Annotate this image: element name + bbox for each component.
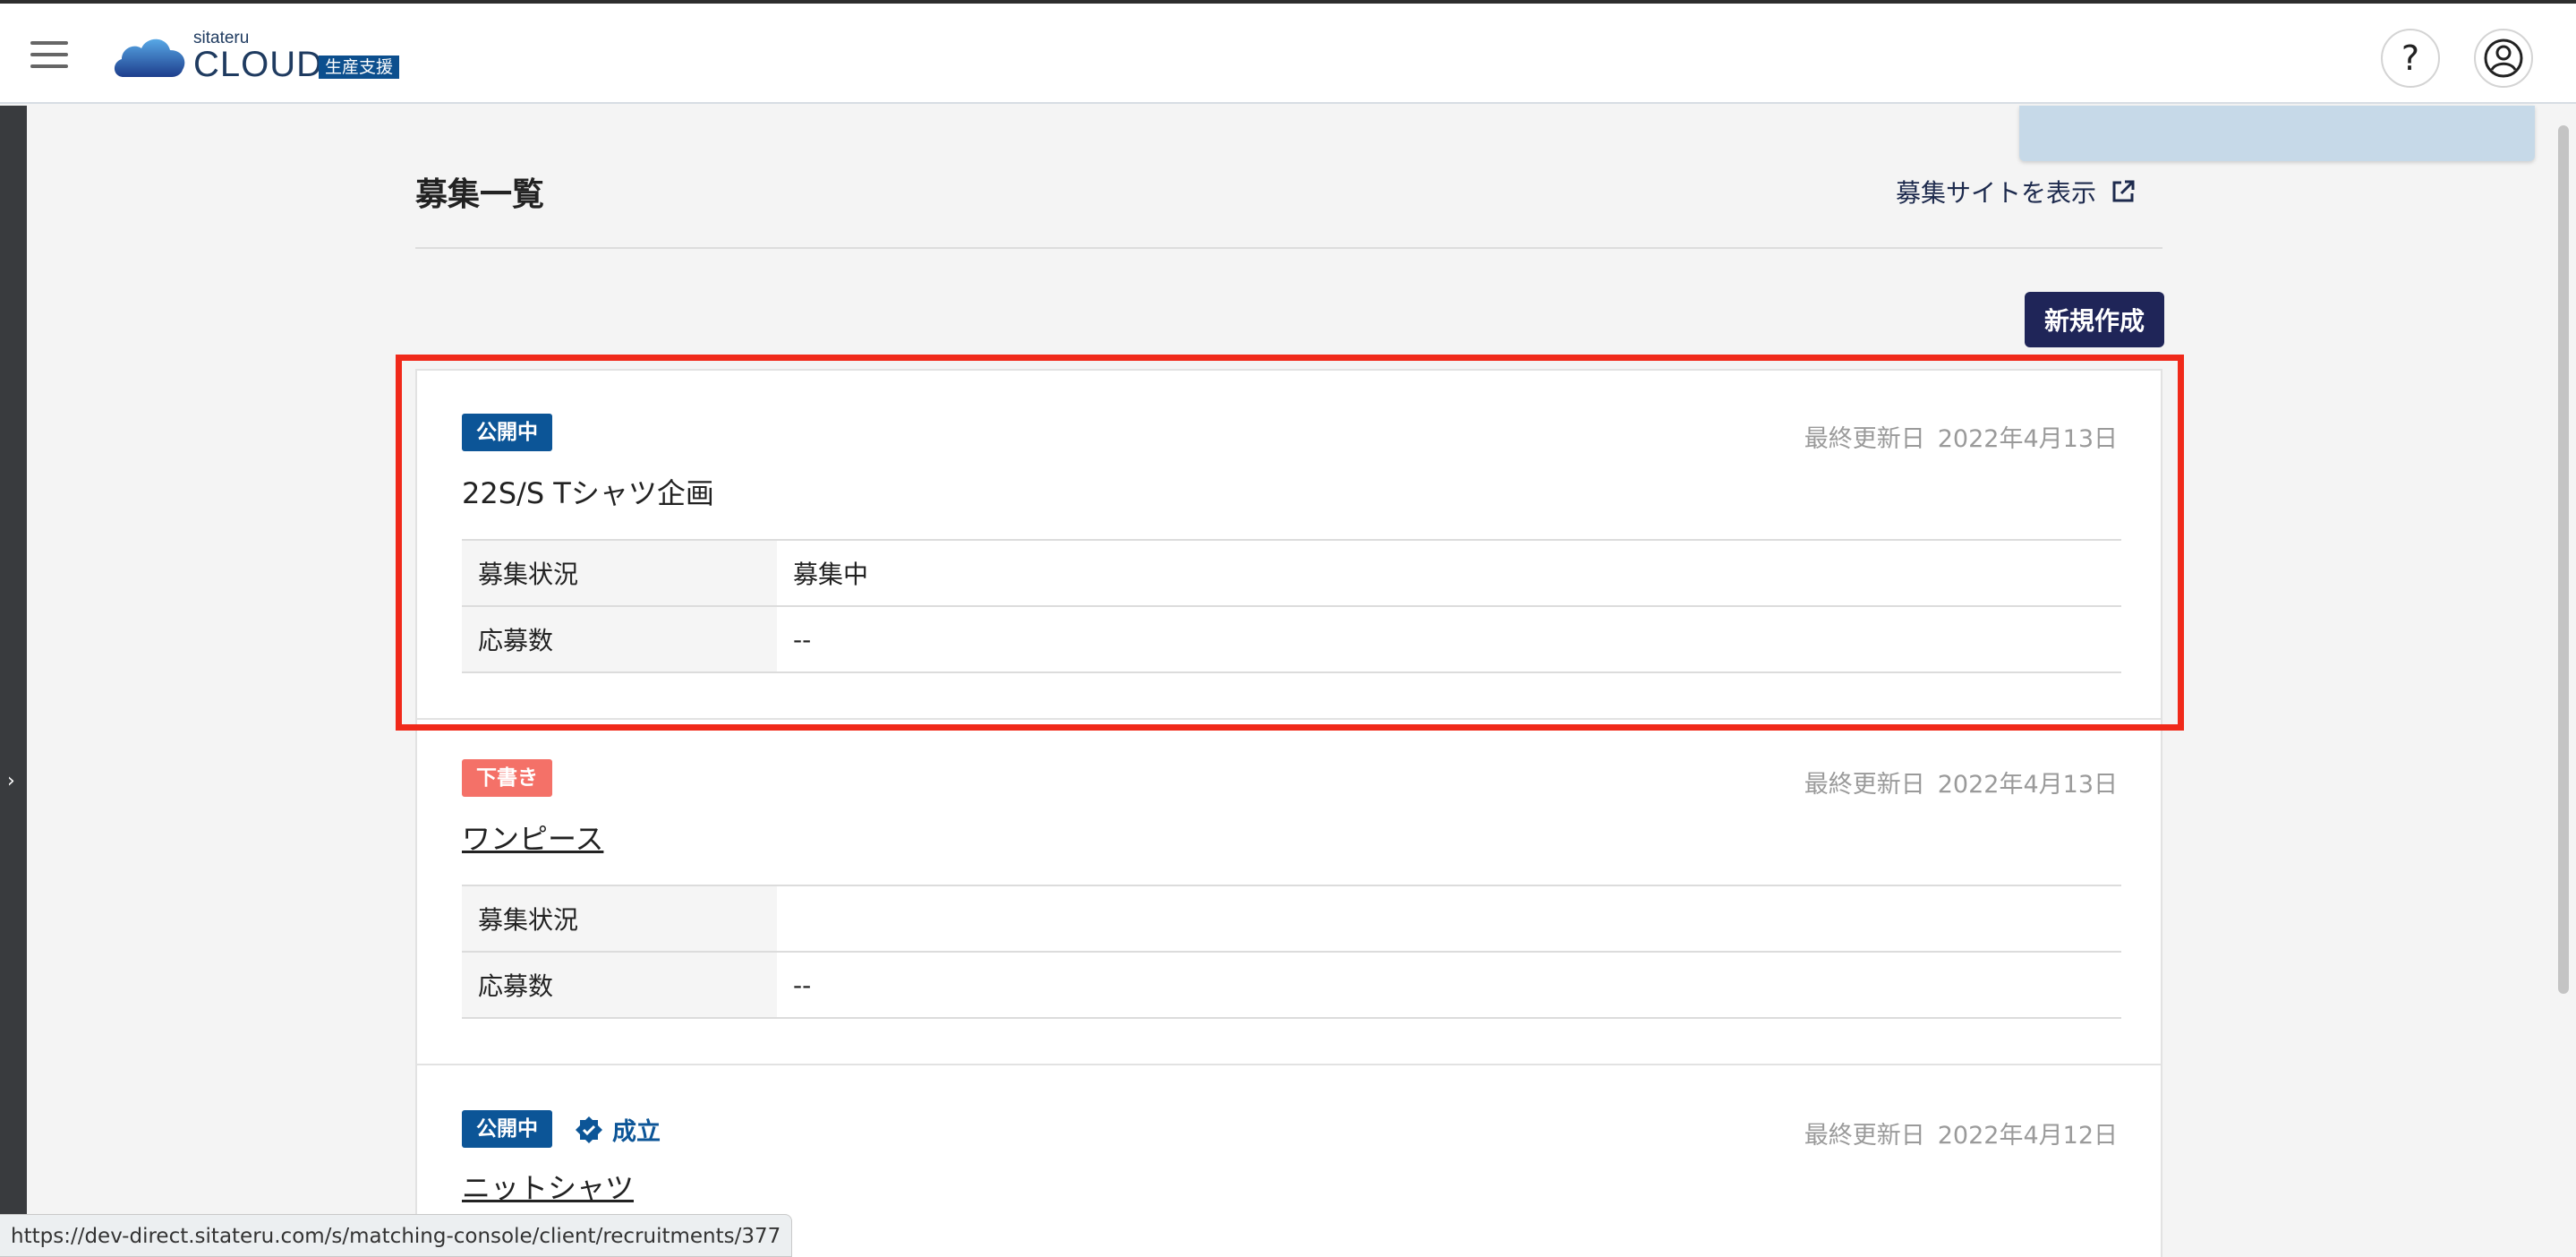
external-link-icon [2112,180,2135,202]
page-title: 募集一覧 [415,176,545,213]
link-preview-status-bar: https://dev-direct.sitateru.com/s/matchi… [0,1214,793,1257]
hamburger-menu-icon[interactable] [30,41,68,68]
table-row: 応募数 -- [462,605,2121,673]
recruitment-info-table: 募集状況 募集中 応募数 -- [462,539,2121,673]
chevron-right-icon[interactable]: › [7,770,15,792]
user-account-button[interactable] [2474,29,2533,88]
applicants-label: 応募数 [462,605,777,673]
scrollbar-thumb[interactable] [2558,125,2569,994]
help-button[interactable]: ? [2381,29,2440,88]
status-badge: 公開中 [462,1110,552,1148]
last-updated-date: 2022年4月13日 [1937,771,2118,799]
title-divider [415,247,2162,249]
create-new-button[interactable]: 新規作成 [2025,292,2164,347]
status-badge: 下書き [462,759,552,797]
view-recruitment-site-link[interactable]: 募集サイトを表示 [1896,174,2136,210]
status-badge: 公開中 [462,414,552,451]
site-link-label: 募集サイトを表示 [1896,178,2097,208]
collapsed-sidebar: › [0,106,27,1257]
status-value: 募集中 [777,539,2121,607]
last-updated-date: 2022年4月13日 [1937,425,2118,453]
last-updated-label: 最終更新日 [1804,1122,1925,1150]
recruitment-title-link[interactable]: ニットシャツ [462,1166,634,1207]
established-badge: 成立 [575,1112,661,1147]
last-updated: 最終更新日 2022年4月13日 [1804,419,2118,454]
last-updated-label: 最終更新日 [1804,425,1925,453]
established-label: 成立 [612,1118,661,1146]
recruitment-title[interactable]: 22S/S Tシャツ企画 [462,471,714,512]
status-label: 募集状況 [462,885,777,953]
help-icon: ? [2401,38,2420,78]
table-row: 募集状況 [462,885,2121,953]
cloud-logo-icon [114,38,185,77]
notification-banner [2019,106,2535,161]
table-row: 応募数 -- [462,951,2121,1019]
applicants-value: -- [777,605,2121,673]
user-icon [2484,38,2523,78]
sitateru-cloud-logo[interactable]: sitateru CLOUD 生産支援 [111,27,415,86]
recruitment-info-table: 募集状況 応募数 -- [462,885,2121,1019]
status-value [777,885,2121,953]
last-updated-date: 2022年4月12日 [1937,1122,2118,1150]
status-label: 募集状況 [462,539,777,607]
last-updated-label: 最終更新日 [1804,771,1925,799]
recruitment-card[interactable]: 下書き 最終更新日 2022年4月13日 ワンピース 募集状況 応募数 -- [415,720,2162,1065]
applicants-value: -- [777,951,2121,1019]
logo-badge: 生産支援 [319,56,400,79]
recruitment-title-link[interactable]: ワンピース [462,817,603,858]
last-updated: 最終更新日 2022年4月13日 [1804,765,2118,800]
app-header: sitateru CLOUD 生産支援 ? [0,4,2576,104]
verified-check-icon [576,1116,602,1143]
last-updated: 最終更新日 2022年4月12日 [1804,1116,2118,1150]
applicants-label: 応募数 [462,951,777,1019]
recruitment-card[interactable]: 公開中 最終更新日 2022年4月13日 22S/S Tシャツ企画 募集状況 募集… [415,369,2162,720]
logo-main-text: CLOUD [193,45,324,84]
table-row: 募集状況 募集中 [462,539,2121,607]
